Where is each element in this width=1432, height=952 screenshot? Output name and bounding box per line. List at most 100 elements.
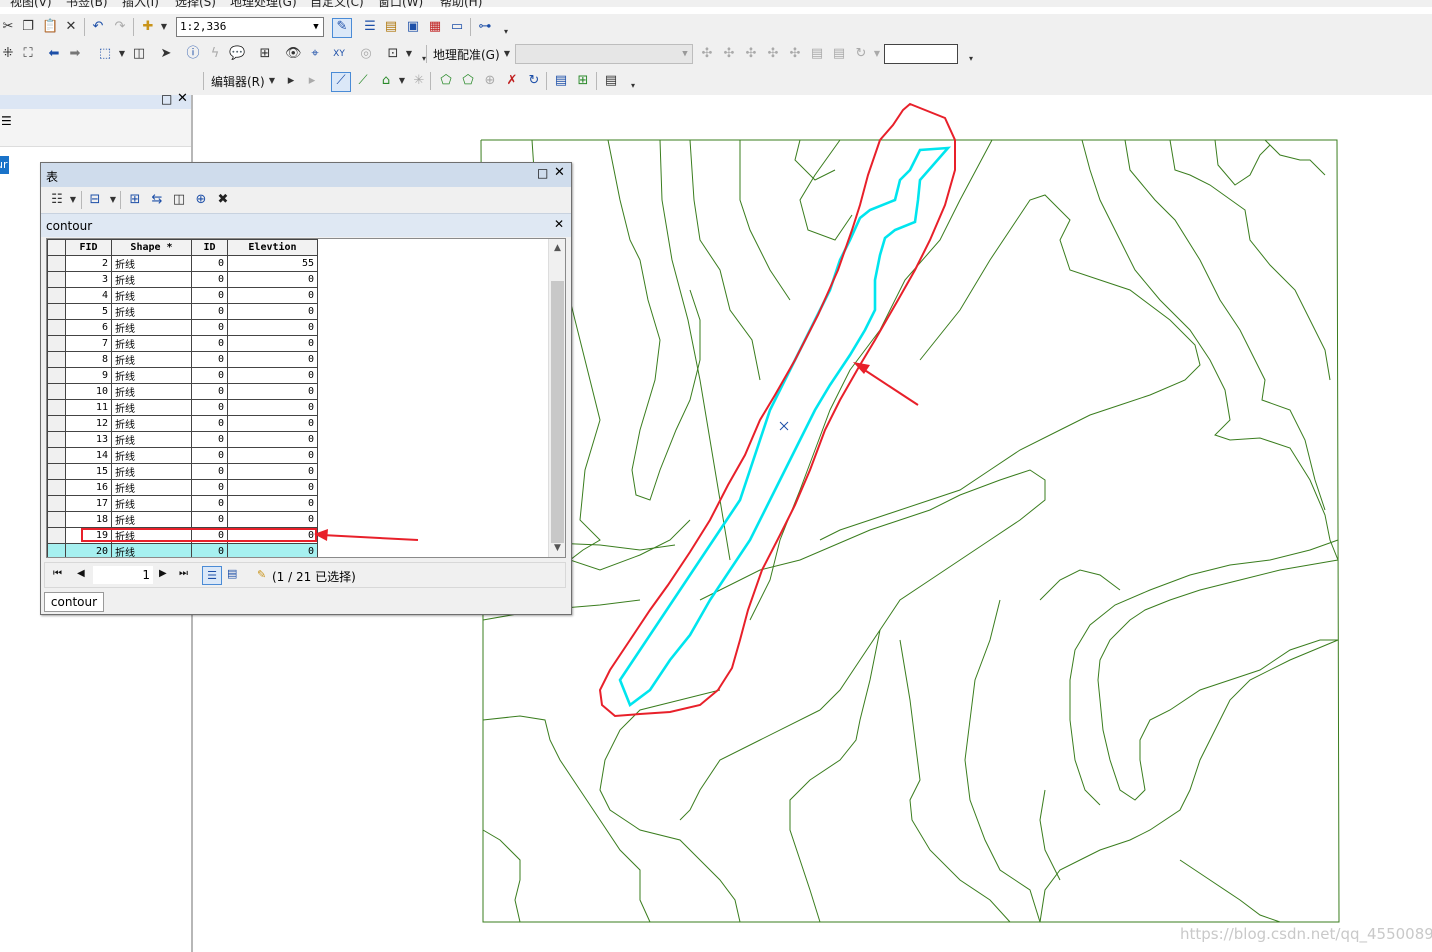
- current-page-input[interactable]: 1: [93, 566, 153, 584]
- chevron-down-icon[interactable]: ▼: [156, 19, 172, 35]
- cell-elevation[interactable]: 0: [227, 287, 318, 304]
- select-features-icon[interactable]: ⬚: [97, 46, 113, 62]
- cell-shape[interactable]: 折线: [111, 463, 192, 480]
- table-row[interactable]: 20 折线 0 0: [47, 543, 318, 557]
- copy-icon[interactable]: ❐: [20, 19, 36, 35]
- editor-menu[interactable]: 编辑器(R): [211, 73, 265, 90]
- cell-id[interactable]: 0: [191, 463, 228, 480]
- map-scale-combo[interactable]: 1:2,336 ▼: [176, 17, 324, 37]
- column-header-elevation[interactable]: Elevtion: [227, 239, 318, 256]
- cell-shape[interactable]: 折线: [111, 543, 192, 557]
- cell-shape[interactable]: 折线: [111, 495, 192, 512]
- find-icon[interactable]: 👁: [285, 46, 302, 62]
- cell-fid[interactable]: 3: [65, 271, 112, 288]
- table-row[interactable]: 12 折线 0 0: [47, 415, 318, 432]
- table-tab-contour[interactable]: contour: [44, 592, 104, 612]
- chevron-down-icon[interactable]: ▼: [394, 73, 410, 89]
- time-slider-icon[interactable]: ◎: [358, 46, 374, 62]
- cell-elevation[interactable]: 0: [227, 543, 318, 557]
- paste-icon[interactable]: 📋: [42, 19, 58, 35]
- row-selector[interactable]: [47, 543, 66, 557]
- delete-selected-icon[interactable]: ✖: [215, 192, 231, 208]
- cell-elevation[interactable]: 55: [227, 255, 318, 272]
- measure-icon[interactable]: ⊞: [257, 46, 273, 62]
- table-row[interactable]: 11 折线 0 0: [47, 399, 318, 416]
- menu-windows[interactable]: 窗口(W): [378, 0, 423, 10]
- cell-id[interactable]: 0: [191, 255, 228, 272]
- undo-icon[interactable]: ↶: [90, 19, 106, 35]
- cell-elevation[interactable]: 0: [227, 463, 318, 480]
- cell-elevation[interactable]: 0: [227, 399, 318, 416]
- row-selector[interactable]: [47, 463, 66, 480]
- catalog-icon[interactable]: ▤: [383, 19, 399, 35]
- straight-segment-icon[interactable]: ⟋: [331, 72, 351, 92]
- cell-id[interactable]: 0: [191, 303, 228, 320]
- go-to-xy-icon[interactable]: XY: [331, 46, 347, 62]
- zoom-to-selected-icon[interactable]: ⊕: [193, 192, 209, 208]
- cell-shape[interactable]: 折线: [111, 335, 192, 352]
- end-point-arc-icon[interactable]: ⟋: [355, 73, 371, 89]
- table-row[interactable]: 13 折线 0 0: [47, 431, 318, 448]
- cell-fid[interactable]: 15: [65, 463, 112, 480]
- maximize-icon[interactable]: □: [161, 92, 172, 106]
- hyperlink-icon[interactable]: ϟ: [207, 46, 223, 62]
- table-row[interactable]: 18 折线 0 0: [47, 511, 318, 528]
- cell-shape[interactable]: 折线: [111, 431, 192, 448]
- row-selector[interactable]: [47, 303, 66, 320]
- cell-fid[interactable]: 18: [65, 511, 112, 528]
- cell-id[interactable]: 0: [191, 383, 228, 400]
- cell-elevation[interactable]: 0: [227, 431, 318, 448]
- row-selector[interactable]: [47, 399, 66, 416]
- scale-icon[interactable]: ✣: [743, 46, 759, 62]
- table-row[interactable]: 14 折线 0 0: [47, 447, 318, 464]
- table-row[interactable]: 8 折线 0 0: [47, 351, 318, 368]
- row-selector[interactable]: [47, 351, 66, 368]
- cell-elevation[interactable]: 0: [227, 495, 318, 512]
- cell-shape[interactable]: 折线: [111, 415, 192, 432]
- cell-fid[interactable]: 4: [65, 287, 112, 304]
- edit-vertices-icon[interactable]: ⬠: [438, 73, 454, 89]
- find-route-icon[interactable]: ⌖: [307, 46, 323, 62]
- cell-shape[interactable]: 折线: [111, 255, 192, 272]
- row-selector[interactable]: [47, 383, 66, 400]
- python-window-icon[interactable]: ▭: [449, 19, 465, 35]
- cell-shape[interactable]: 折线: [111, 479, 192, 496]
- cell-id[interactable]: 0: [191, 367, 228, 384]
- chevron-down-icon[interactable]: ▼: [499, 46, 515, 62]
- cell-id[interactable]: 0: [191, 287, 228, 304]
- row-selector[interactable]: [47, 335, 66, 352]
- cell-shape[interactable]: 折线: [111, 399, 192, 416]
- cell-fid[interactable]: 10: [65, 383, 112, 400]
- related-tables-icon[interactable]: ⊟: [87, 192, 103, 208]
- back-extent-icon[interactable]: ⬅: [46, 46, 62, 62]
- cell-fid[interactable]: 11: [65, 399, 112, 416]
- row-selector[interactable]: [47, 319, 66, 336]
- row-selector[interactable]: [47, 527, 66, 544]
- table-row[interactable]: 17 折线 0 0: [47, 495, 318, 512]
- edit-annotation-icon[interactable]: ▸: [304, 73, 320, 89]
- menu-view[interactable]: 视图(V): [10, 0, 52, 10]
- trace-icon[interactable]: ⌂: [378, 73, 394, 89]
- cell-elevation[interactable]: 0: [227, 335, 318, 352]
- cell-fid[interactable]: 12: [65, 415, 112, 432]
- row-selector[interactable]: [47, 495, 66, 512]
- cell-id[interactable]: 0: [191, 479, 228, 496]
- cell-fid[interactable]: 5: [65, 303, 112, 320]
- cell-id[interactable]: 0: [191, 543, 228, 557]
- cell-fid[interactable]: 7: [65, 335, 112, 352]
- row-selector[interactable]: [47, 431, 66, 448]
- cell-fid[interactable]: 13: [65, 431, 112, 448]
- toolbar-options-icon[interactable]: ▾: [963, 51, 979, 67]
- table-row[interactable]: 10 折线 0 0: [47, 383, 318, 400]
- cell-id[interactable]: 0: [191, 415, 228, 432]
- chevron-down-icon[interactable]: ▼: [678, 45, 692, 63]
- cell-id[interactable]: 0: [191, 335, 228, 352]
- row-selector[interactable]: [47, 367, 66, 384]
- cell-id[interactable]: 0: [191, 351, 228, 368]
- cell-shape[interactable]: 折线: [111, 367, 192, 384]
- cell-id[interactable]: 0: [191, 447, 228, 464]
- cell-id[interactable]: 0: [191, 271, 228, 288]
- shift-icon[interactable]: ✣: [721, 46, 737, 62]
- menu-selection[interactable]: 选择(S): [175, 0, 216, 10]
- cell-elevation[interactable]: 0: [227, 415, 318, 432]
